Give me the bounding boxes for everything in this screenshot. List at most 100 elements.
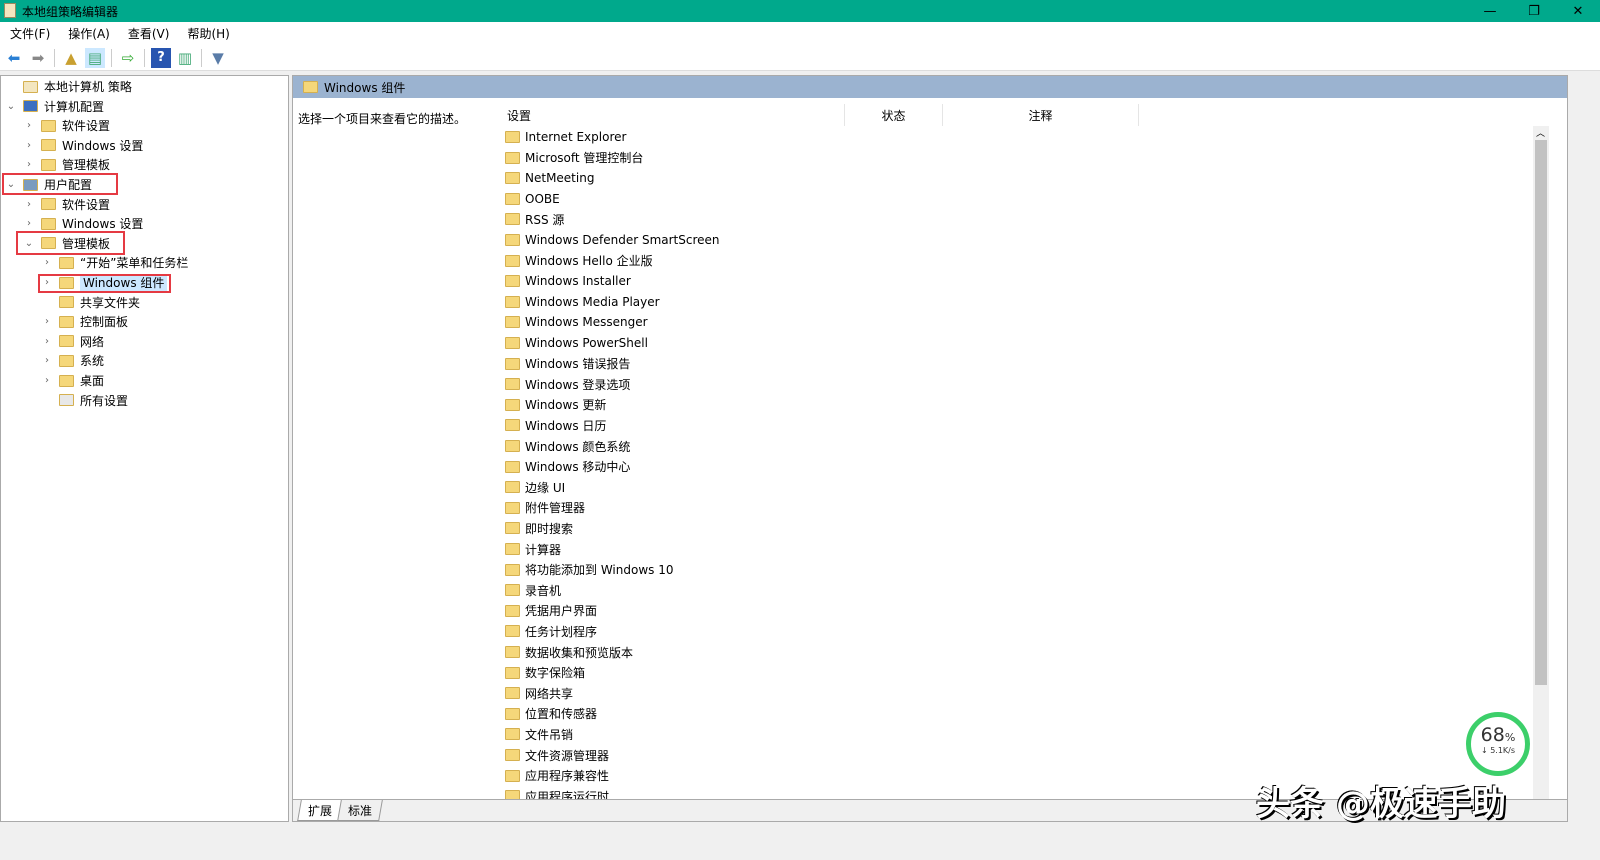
list-item[interactable]: Windows Defender SmartScreen — [505, 231, 720, 249]
list-item[interactable]: Windows 更新 — [505, 396, 606, 414]
tree-node[interactable]: › 管理模板 — [23, 155, 110, 174]
tab-standard[interactable]: 标准 — [337, 800, 383, 821]
column-header-state[interactable]: 状态 — [845, 104, 943, 126]
folder-icon — [505, 728, 520, 741]
tree-node[interactable]: › 控制面板 — [41, 312, 128, 331]
list-item[interactable]: 应用程序兼容性 — [505, 767, 609, 785]
folder-icon — [505, 337, 520, 349]
tab-extended[interactable]: 扩展 — [297, 800, 343, 821]
show-hide-tree-icon[interactable]: ▤ — [85, 47, 105, 68]
list-item[interactable]: Windows 日历 — [505, 416, 606, 434]
folder-icon — [59, 374, 74, 387]
list-item-label: Windows Defender SmartScreen — [525, 233, 720, 247]
tree-node[interactable]: › 软件设置 — [23, 116, 110, 135]
chevron-right-icon[interactable]: › — [41, 355, 53, 366]
list-item[interactable]: Windows 错误报告 — [505, 355, 630, 373]
close-button[interactable]: ✕ — [1556, 0, 1600, 22]
list-item[interactable]: 计算器 — [505, 540, 561, 558]
show-hide-action-pane-icon[interactable]: ▥ — [175, 48, 195, 68]
list-item-label: Windows Media Player — [525, 294, 660, 309]
list-item[interactable]: OOBE — [505, 190, 560, 208]
filter-icon[interactable]: ▼ — [208, 48, 228, 68]
tree-node[interactable]: › Windows 设置 — [23, 136, 143, 155]
chevron-right-icon[interactable]: › — [41, 316, 53, 327]
list-item[interactable]: 将功能添加到 Windows 10 — [505, 561, 673, 579]
forward-icon[interactable]: ➡ — [28, 48, 48, 68]
list-item[interactable]: Windows PowerShell — [505, 334, 648, 352]
chevron-right-icon[interactable]: › — [23, 159, 35, 170]
menu-view[interactable]: 查看(V) — [120, 25, 178, 42]
scrollbar-thumb[interactable] — [1535, 140, 1547, 685]
list-item[interactable]: 位置和传感器 — [505, 705, 597, 723]
list-item[interactable]: 边缘 UI — [505, 478, 565, 496]
list-item[interactable]: Windows Media Player — [505, 293, 660, 311]
folder-icon — [505, 275, 520, 288]
list-item[interactable]: 附件管理器 — [505, 499, 585, 517]
folder-icon — [505, 625, 520, 638]
menu-file[interactable]: 文件(F) — [2, 25, 58, 42]
menu-help[interactable]: 帮助(H) — [179, 25, 237, 42]
folder-icon — [41, 158, 56, 171]
column-header-comment[interactable]: 注释 — [943, 104, 1139, 126]
chevron-right-icon[interactable]: › — [41, 375, 53, 386]
list-item[interactable]: Windows Messenger — [505, 313, 648, 331]
list-item[interactable]: 录音机 — [505, 581, 561, 599]
help-icon[interactable]: ? — [151, 47, 171, 68]
chevron-right-icon[interactable]: › — [41, 336, 53, 347]
list-item[interactable]: 文件资源管理器 — [505, 746, 609, 764]
tree-node[interactable]: › 软件设置 — [23, 195, 110, 214]
chevron-right-icon[interactable]: › — [23, 140, 35, 151]
gauge-speed: ↓ 5.1K/s — [1480, 746, 1516, 755]
tree-node[interactable]: › 网络 — [41, 332, 104, 351]
list-item[interactable]: RSS 源 — [505, 210, 564, 228]
list-item[interactable]: Internet Explorer — [505, 128, 626, 146]
list-item-label: RSS 源 — [525, 212, 565, 227]
export-list-icon[interactable]: ⇨ — [118, 48, 138, 68]
chevron-right-icon[interactable]: › — [41, 257, 53, 268]
list-item[interactable]: 网络共享 — [505, 684, 573, 702]
tree-node[interactable]: › “开始”菜单和任务栏 — [41, 253, 188, 272]
folder-icon — [505, 687, 520, 700]
chevron-down-icon[interactable]: ⌄ — [5, 101, 17, 112]
scroll-up-icon[interactable]: ︿ — [1536, 126, 1545, 139]
list-item[interactable]: 文件吊销 — [505, 725, 573, 743]
restore-button[interactable]: ❐ — [1512, 0, 1556, 22]
list-item[interactable]: 数字保险箱 — [505, 664, 585, 682]
highlight-user-config — [2, 173, 118, 195]
list-item[interactable]: Windows 登录选项 — [505, 375, 630, 393]
chevron-right-icon[interactable]: › — [23, 199, 35, 210]
chevron-right-icon[interactable]: › — [23, 218, 35, 229]
vertical-scrollbar[interactable]: ︿ ﹀ — [1533, 126, 1549, 801]
list-item-label: 数据收集和预览版本 — [525, 645, 634, 660]
list-item[interactable]: Windows Installer — [505, 272, 631, 290]
list-item[interactable]: NetMeeting — [505, 169, 594, 187]
up-folder-icon[interactable]: ▲ — [61, 48, 81, 68]
folder-icon — [505, 254, 520, 267]
tree-node[interactable]: › 系统 — [41, 351, 104, 370]
tree-node[interactable]: ⌄ 计算机配置 — [5, 97, 104, 116]
column-header-setting[interactable]: 设置 — [493, 104, 845, 126]
list-item[interactable]: 任务计划程序 — [505, 622, 597, 640]
tree-node[interactable]: › 桌面 — [41, 371, 104, 390]
list-item[interactable]: 数据收集和预览版本 — [505, 643, 633, 661]
tree-node[interactable]: 所有设置 — [41, 391, 128, 410]
tree-node-label: 软件设置 — [62, 197, 111, 212]
chevron-right-icon[interactable]: › — [23, 120, 35, 131]
minimize-button[interactable]: — — [1468, 0, 1512, 22]
list-item[interactable]: Windows 移动中心 — [505, 458, 630, 476]
tree-node-label: 共享文件夹 — [80, 295, 141, 310]
tree-node-label: 软件设置 — [62, 119, 111, 134]
list-item[interactable]: 凭据用户界面 — [505, 602, 597, 620]
tree-node[interactable]: 共享文件夹 — [41, 293, 140, 312]
tree-node-label: 计算机配置 — [44, 99, 105, 114]
list-item[interactable]: Windows Hello 企业版 — [505, 252, 653, 270]
tree-node[interactable]: 本地计算机 策略 — [5, 77, 132, 96]
menu-action[interactable]: 操作(A) — [60, 25, 118, 42]
list-item[interactable]: Windows 颜色系统 — [505, 437, 630, 455]
back-icon[interactable]: ⬅ — [4, 48, 24, 68]
list-item[interactable]: 即时搜索 — [505, 519, 573, 537]
tree-node-label: 本地计算机 策略 — [44, 80, 132, 94]
list-item[interactable]: Microsoft 管理控制台 — [505, 149, 643, 167]
folder-icon — [505, 604, 520, 617]
status-bar — [0, 822, 1600, 860]
